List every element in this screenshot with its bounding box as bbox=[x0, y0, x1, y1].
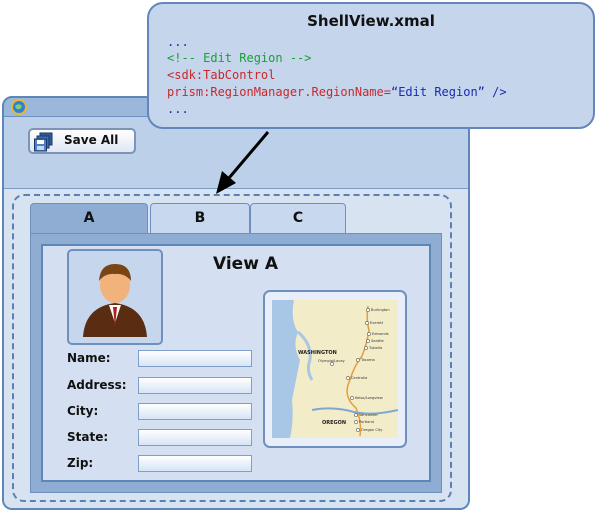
map-city-label: Tacoma bbox=[360, 358, 375, 362]
map-image: WASHINGTON OREGON Burlington Everett Edm… bbox=[272, 300, 398, 438]
person-icon bbox=[83, 264, 147, 337]
tab-panel: View A Name: Address: City: State: Zip: bbox=[30, 233, 442, 493]
save-all-icon bbox=[34, 132, 53, 152]
map-city-label: Portland bbox=[359, 420, 374, 424]
map-city-label: Centralia bbox=[351, 376, 367, 380]
map-region-label: WASHINGTON bbox=[298, 350, 337, 356]
view-title: View A bbox=[213, 254, 278, 274]
map-frame: WASHINGTON OREGON Burlington Everett Edm… bbox=[263, 290, 407, 448]
city-label: City: bbox=[67, 404, 99, 418]
city-field[interactable] bbox=[138, 403, 252, 420]
map-city-label: Everett bbox=[370, 321, 384, 325]
map-city-label: Olympia/Lacey bbox=[318, 359, 346, 363]
map-city-label: Seattle bbox=[371, 339, 385, 343]
code-line-ellipsis-bottom: ... bbox=[167, 102, 189, 116]
code-line-tag: <sdk:TabControl bbox=[167, 68, 276, 82]
code-line-comment: <!-- Edit Region --> bbox=[167, 51, 312, 65]
tab-c[interactable]: C bbox=[250, 203, 346, 233]
map-city-label: Kelso/Longview bbox=[355, 396, 383, 400]
map-city-label: Vancouver bbox=[359, 413, 378, 417]
map-city-label: Burlington bbox=[371, 308, 390, 312]
code-callout: ShellView.xmal ... <!-- Edit Region --> … bbox=[147, 2, 595, 129]
name-field[interactable] bbox=[138, 350, 252, 367]
tab-a[interactable]: A bbox=[30, 203, 148, 233]
shell-window: Save All A B C View A Name: Address: Cit… bbox=[2, 96, 470, 510]
app-globe-icon bbox=[11, 99, 27, 115]
save-all-label: Save All bbox=[64, 133, 119, 147]
map-city-label: Tukwila bbox=[368, 346, 382, 350]
shell-body: A B C View A Name: Address: City: State:… bbox=[4, 189, 468, 508]
code-line-attribute: prism:RegionManager.RegionName=“Edit Reg… bbox=[167, 85, 507, 99]
zip-label: Zip: bbox=[67, 456, 94, 470]
view-a: View A Name: Address: City: State: Zip: bbox=[41, 244, 431, 482]
save-all-button[interactable]: Save All bbox=[28, 128, 136, 154]
zip-field[interactable] bbox=[138, 455, 252, 472]
map-region-label: OREGON bbox=[322, 420, 346, 426]
state-field[interactable] bbox=[138, 429, 252, 446]
callout-title: ShellView.xmal bbox=[307, 12, 435, 30]
code-attribute-value: “Edit Region” /> bbox=[390, 85, 507, 99]
code-line-ellipsis-top: ... bbox=[167, 35, 189, 49]
tab-b[interactable]: B bbox=[150, 203, 250, 233]
map-city-label: Oregon City bbox=[361, 428, 383, 432]
address-label: Address: bbox=[67, 378, 127, 392]
edit-region: A B C View A Name: Address: City: State:… bbox=[12, 194, 452, 502]
map-city-label: Edmonds bbox=[372, 332, 389, 336]
name-label: Name: bbox=[67, 351, 111, 365]
code-attribute-name: prism:RegionManager.RegionName= bbox=[167, 85, 391, 99]
address-field[interactable] bbox=[138, 377, 252, 394]
avatar bbox=[67, 249, 163, 345]
state-label: State: bbox=[67, 430, 109, 444]
